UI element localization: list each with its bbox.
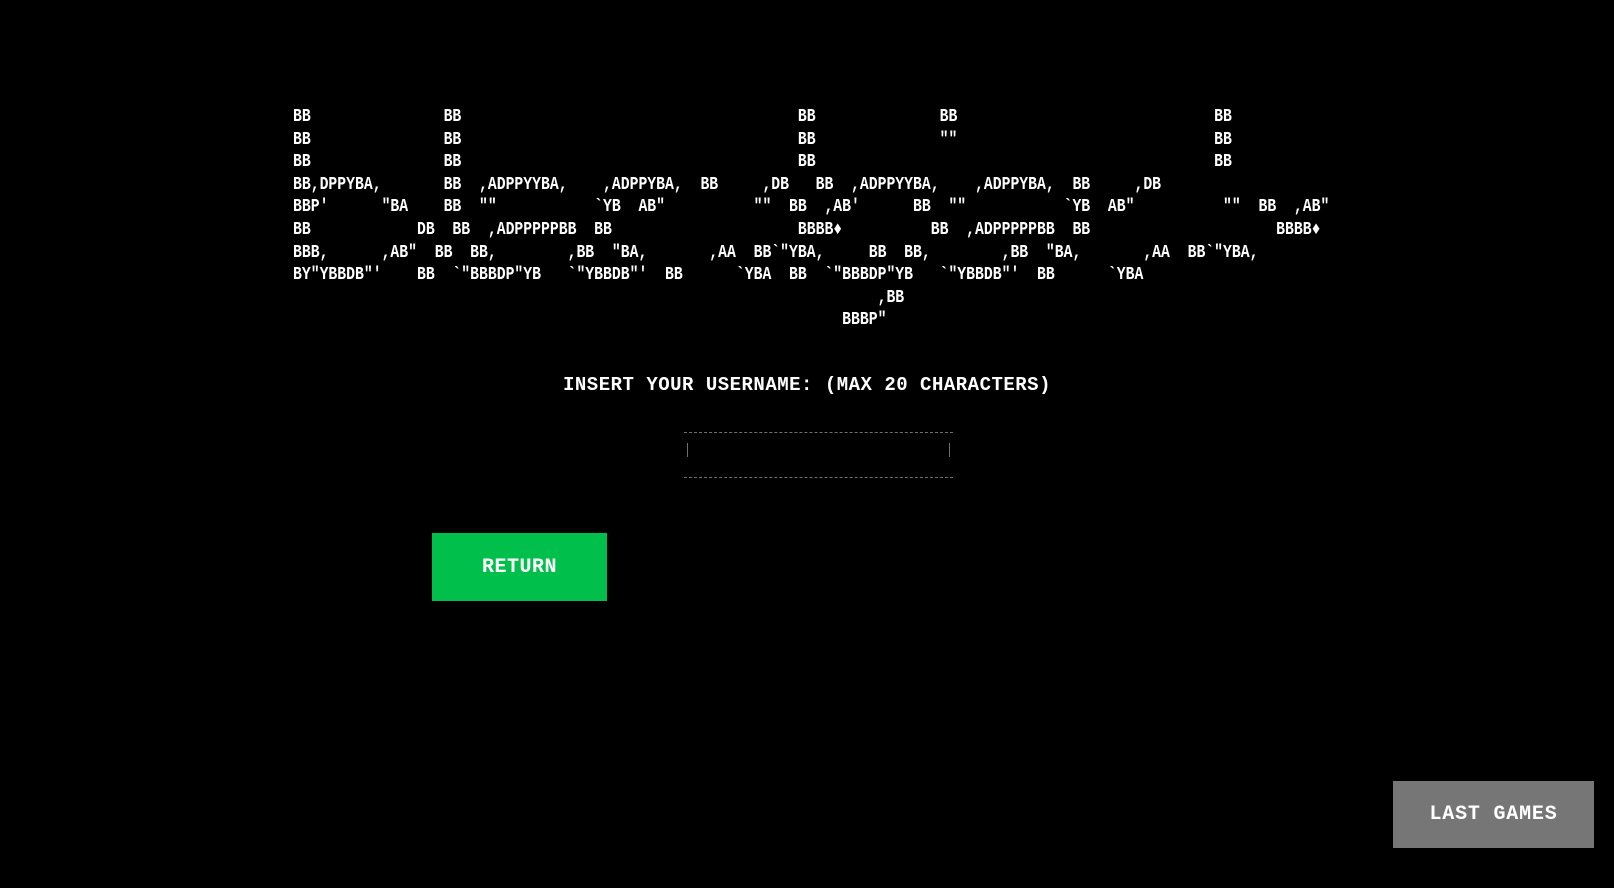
username-input[interactable] [692, 437, 952, 463]
input-top-dashed-border [684, 432, 953, 433]
return-button[interactable]: RETURN [432, 533, 607, 601]
input-right-border [949, 443, 950, 457]
input-left-border [687, 443, 688, 457]
input-bottom-dashed-border [684, 477, 953, 478]
last-games-button[interactable]: LAST GAMES [1393, 781, 1594, 848]
username-prompt-label: INSERT YOUR USERNAME: (MAX 20 CHARACTERS… [563, 374, 1051, 396]
ascii-title-logo: BB BB BB BB BB BB BB BB "" BB BB BB BB B… [293, 107, 1330, 331]
username-field-frame [684, 423, 953, 480]
